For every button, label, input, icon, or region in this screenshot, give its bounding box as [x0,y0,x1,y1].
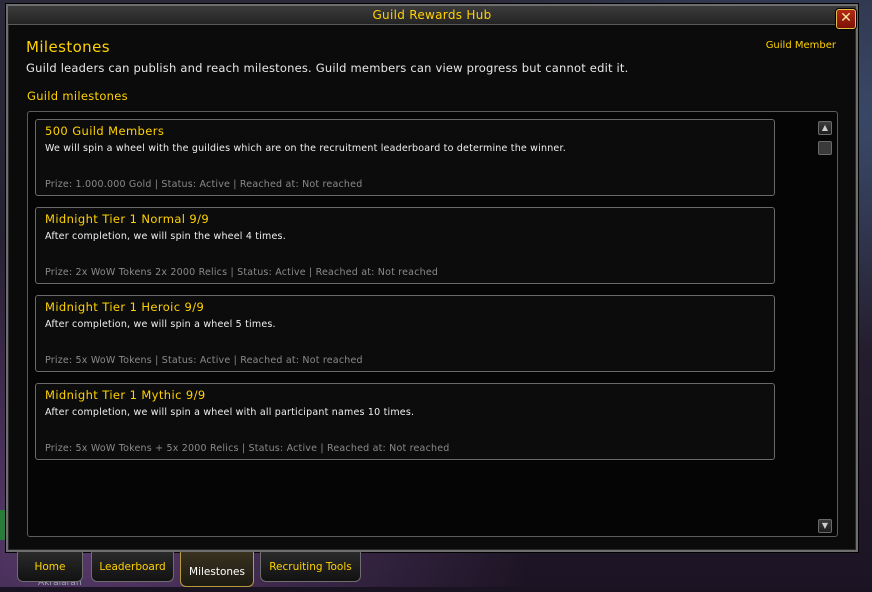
milestone-description: After completion, we will spin a wheel w… [45,407,415,418]
scrollbar-thumb[interactable] [818,141,832,155]
scroll-down-button[interactable]: ▼ [818,519,832,533]
scroll-up-icon: ▲ [821,123,829,132]
page-description: Guild leaders can publish and reach mile… [26,61,629,75]
milestone-list[interactable]: 500 Guild Members We will spin a wheel w… [27,111,838,537]
tab-leaderboard[interactable]: Leaderboard [91,552,174,582]
close-button[interactable]: ✕ [836,9,856,29]
scroll-down-icon: ▼ [821,521,829,530]
section-label: Guild milestones [27,89,128,103]
milestone-card: 500 Guild Members We will spin a wheel w… [35,119,775,196]
tab-recruiting-tools[interactable]: Recruiting Tools [260,552,361,582]
close-icon: ✕ [840,10,852,26]
milestone-meta: Prize: 1.000.000 Gold | Status: Active |… [45,179,363,190]
page-title: Milestones [26,38,110,56]
milestone-title: Midnight Tier 1 Mythic 9/9 [45,388,206,402]
milestone-card: Midnight Tier 1 Normal 9/9 After complet… [35,207,775,284]
scroll-up-button[interactable]: ▲ [818,121,832,135]
window-title: Guild Rewards Hub [8,6,856,25]
guild-rewards-window: Guild Rewards Hub ✕ Milestones Guild Mem… [6,4,858,552]
milestone-card: Midnight Tier 1 Heroic 9/9 After complet… [35,295,775,372]
milestone-meta: Prize: 5x WoW Tokens + 5x 2000 Relics | … [45,443,450,454]
milestone-description: After completion, we will spin the wheel… [45,231,286,242]
role-badge: Guild Member [765,40,836,51]
milestone-meta: Prize: 2x WoW Tokens 2x 2000 Relics | St… [45,267,439,278]
milestone-description: After completion, we will spin a wheel 5… [45,319,276,330]
tab-home[interactable]: Home [17,552,83,582]
milestone-description: We will spin a wheel with the guildies w… [45,143,566,154]
milestone-title: 500 Guild Members [45,124,165,138]
milestone-title: Midnight Tier 1 Heroic 9/9 [45,300,205,314]
milestone-title: Midnight Tier 1 Normal 9/9 [45,212,210,226]
milestone-meta: Prize: 5x WoW Tokens | Status: Active | … [45,355,363,366]
milestone-card: Midnight Tier 1 Mythic 9/9 After complet… [35,383,775,460]
tab-milestones[interactable]: Milestones [180,552,254,587]
